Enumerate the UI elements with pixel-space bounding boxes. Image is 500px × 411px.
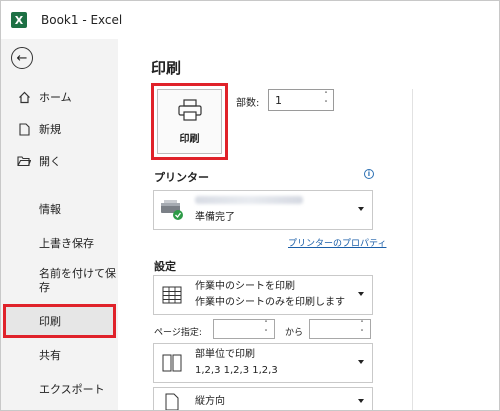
- spin-buttons[interactable]: ˄ ˅: [358, 321, 366, 337]
- home-icon: [17, 90, 31, 104]
- copies-label: 部数:: [236, 98, 260, 109]
- sidebar-item-label: 上書き保存: [39, 237, 94, 250]
- pages-label: ページ指定:: [154, 328, 202, 338]
- copies-value: 1: [275, 93, 282, 107]
- copies-stepper[interactable]: 1 ˄ ˅: [268, 89, 334, 111]
- collation-title: 部単位で印刷: [195, 349, 255, 360]
- chevron-down-icon[interactable]: ˅: [360, 330, 364, 337]
- sidebar-item-save-as[interactable]: 名前を付けて保 存: [1, 267, 118, 297]
- pages-to-label: から: [285, 328, 304, 338]
- pages-from-input[interactable]: ˄ ˅: [213, 319, 275, 339]
- back-arrow-icon[interactable]: ←: [11, 47, 33, 69]
- sidebar-item-export[interactable]: エクスポート: [1, 379, 118, 399]
- new-file-icon: [17, 122, 31, 136]
- collated-pages-icon: [159, 354, 185, 372]
- portrait-page-icon: [159, 393, 185, 410]
- print-button-highlight: 印刷: [151, 83, 228, 160]
- sheet-grid-icon: [159, 286, 185, 304]
- sidebar-item-label: エクスポート: [39, 383, 105, 396]
- caret-down-icon: [358, 399, 364, 403]
- sidebar-item-label: 開く: [39, 155, 61, 168]
- orientation-title: 縦方向: [195, 396, 225, 407]
- sidebar-item-label: 情報: [39, 203, 61, 216]
- print-panel: 印刷 印刷 部数: 1 ˄ ˅ プリンター i 準備完了 プリンターのプロパティ…: [118, 39, 499, 410]
- title-bar: X Book1 - Excel: [1, 1, 499, 39]
- sidebar-item-open[interactable]: 開く: [1, 151, 118, 171]
- window-title: Book1 - Excel: [41, 13, 123, 27]
- folder-open-icon: [17, 154, 31, 168]
- caret-down-icon: [358, 360, 364, 364]
- printer-properties-link[interactable]: プリンターのプロパティ: [288, 236, 386, 249]
- collation-subtitle: 1,2,3 1,2,3 1,2,3: [195, 365, 278, 376]
- print-button-label: 印刷: [179, 133, 200, 145]
- collation-dropdown[interactable]: 部単位で印刷 1,2,3 1,2,3 1,2,3: [153, 343, 373, 383]
- excel-backstage-window: X Book1 - Excel ← ホーム 新規 開く 情報 上書き保存 名前を…: [0, 0, 500, 411]
- caret-down-icon: [358, 292, 364, 296]
- print-what-dropdown[interactable]: 作業中のシートを印刷 作業中のシートのみを印刷します: [153, 275, 373, 315]
- print-button[interactable]: 印刷: [157, 89, 222, 154]
- printer-name-redacted: [195, 194, 303, 210]
- spin-buttons[interactable]: ˄ ˅: [262, 321, 270, 337]
- sidebar-item-home[interactable]: ホーム: [1, 87, 118, 107]
- sidebar-item-print[interactable]: 印刷: [1, 311, 118, 331]
- sidebar-item-label-cont: 存: [39, 281, 50, 294]
- sidebar-item-label: 印刷: [39, 315, 61, 328]
- chevron-down-icon[interactable]: ˅: [264, 330, 268, 337]
- sidebar-item-label: 名前を付けて保: [39, 267, 116, 280]
- preview-divider: [412, 89, 413, 410]
- printer-section-title: プリンター: [154, 171, 209, 184]
- printer-device-icon: [159, 199, 185, 221]
- sidebar-item-label: ホーム: [39, 91, 72, 104]
- chevron-down-icon[interactable]: ˅: [324, 101, 328, 108]
- sidebar-item-info[interactable]: 情報: [1, 199, 118, 219]
- sidebar-item-label: 共有: [39, 349, 61, 362]
- printer-dropdown[interactable]: 準備完了: [153, 190, 373, 230]
- excel-app-icon: X: [11, 12, 27, 28]
- print-what-title: 作業中のシートを印刷: [195, 281, 295, 292]
- pages-to-input[interactable]: ˄ ˅: [309, 319, 371, 339]
- sidebar-item-label: 新規: [39, 123, 61, 136]
- orientation-dropdown[interactable]: 縦方向: [153, 387, 373, 410]
- sidebar-item-share[interactable]: 共有: [1, 345, 118, 365]
- printer-icon: [177, 98, 203, 125]
- page-title: 印刷: [151, 59, 182, 77]
- chevron-up-icon[interactable]: ˄: [264, 321, 268, 328]
- chevron-up-icon[interactable]: ˄: [360, 321, 364, 328]
- sidebar-item-save[interactable]: 上書き保存: [1, 233, 118, 253]
- settings-section-title: 設定: [154, 260, 176, 273]
- spin-buttons[interactable]: ˄ ˅: [322, 92, 330, 108]
- caret-down-icon: [358, 207, 364, 211]
- info-icon[interactable]: i: [364, 169, 374, 179]
- sidebar-item-new[interactable]: 新規: [1, 119, 118, 139]
- backstage-sidebar: ← ホーム 新規 開く 情報 上書き保存 名前を付けて保 存 印刷 共有 エクス…: [1, 39, 118, 410]
- printer-status: 準備完了: [195, 212, 235, 223]
- print-what-subtitle: 作業中のシートのみを印刷します: [195, 297, 345, 308]
- chevron-up-icon[interactable]: ˄: [324, 92, 328, 99]
